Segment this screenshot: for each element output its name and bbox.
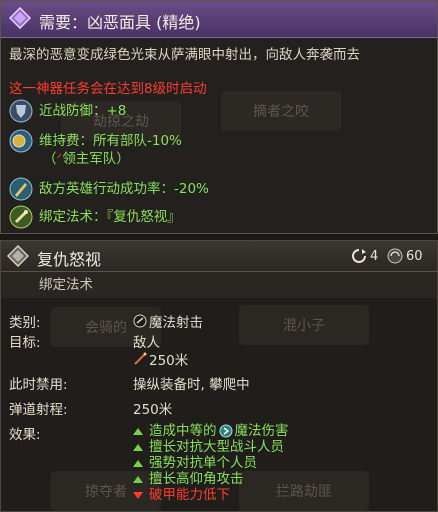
bullet-text: 敌方英雄行动成功率：-20% [39,181,209,197]
spell-header: 复仇怒视 4 60 [1,241,437,272]
spell-tooltip: 复仇怒视 4 60 绑定法术 会骑的 混小子 掠夺者 拦路劫匪 类别: 魔法射击… [0,240,438,512]
magic-damage-icon [219,424,232,438]
bullet-text: 绑定法术：『复仇怒视』 [39,209,181,225]
effect-item: 强势对抗单个人员 [133,455,289,471]
effect-item: 擅长高仰角攻击 [133,471,289,487]
cooldown-stat: 4 [351,248,378,264]
up-arrow-icon [133,427,143,435]
effect-item: 造成中等的 魔法伤害 [133,423,289,439]
spell-diamond-icon [7,245,29,267]
sword-icon [9,177,33,201]
item-title: 需要：凶恶面具 (精绝) [39,13,201,32]
up-arrow-icon [133,475,143,483]
bullet-text: 维持费：所有部队-10% [39,133,182,149]
bullet-subtext: （ᐟ领主军队） [43,151,130,167]
up-arrow-icon [133,459,143,467]
effects-list: 造成中等的 魔法伤害 擅长对抗大型战斗人员 强势对抗单个人员 擅长高仰角攻击 破… [133,423,289,503]
diamond-gem-icon [9,7,31,29]
item-tooltip: 需要：凶恶面具 (精绝) 最深的恶意变成绿色光束从萨满眼中射出，向敌人奔袭而去 … [0,0,438,234]
item-lore: 最深的恶意变成绿色光束从萨满眼中射出，向敌人奔袭而去 [9,47,360,63]
ghost-unit-card-2: 混小子 [239,305,369,345]
quest-warning: 这一神器任务会在达到8级时启动 [9,81,207,97]
bullet-hero-action: 敌方英雄行动成功率：-20% [9,177,429,201]
up-arrow-icon [133,443,143,451]
magic-missile-icon [133,314,147,328]
wand-icon [9,205,33,229]
winds-cost-stat: 60 [387,248,423,264]
spell-subtitle: 绑定法术 [1,272,437,298]
bullet-melee-defense: 近战防御：+8 [9,99,429,123]
down-arrow-icon [133,491,143,499]
bullet-bound-spell: 绑定法术：『复仇怒视』 [9,205,429,229]
effect-item: 擅长对抗大型战斗人员 [133,439,289,455]
cooldown-icon [352,249,366,263]
coin-icon [9,129,33,153]
shield-icon [9,99,33,123]
spell-title: 复仇怒视 [37,250,102,269]
winds-of-magic-icon [387,248,403,264]
item-header: 需要：凶恶面具 (精绝) [1,1,437,38]
effect-item: 破甲能力低下 [133,487,289,503]
bullet-text: 近战防御：+8 [39,103,127,119]
bullet-upkeep: 维持费：所有部队-10% （ᐟ领主军队） [9,129,429,168]
range-icon [134,352,147,365]
